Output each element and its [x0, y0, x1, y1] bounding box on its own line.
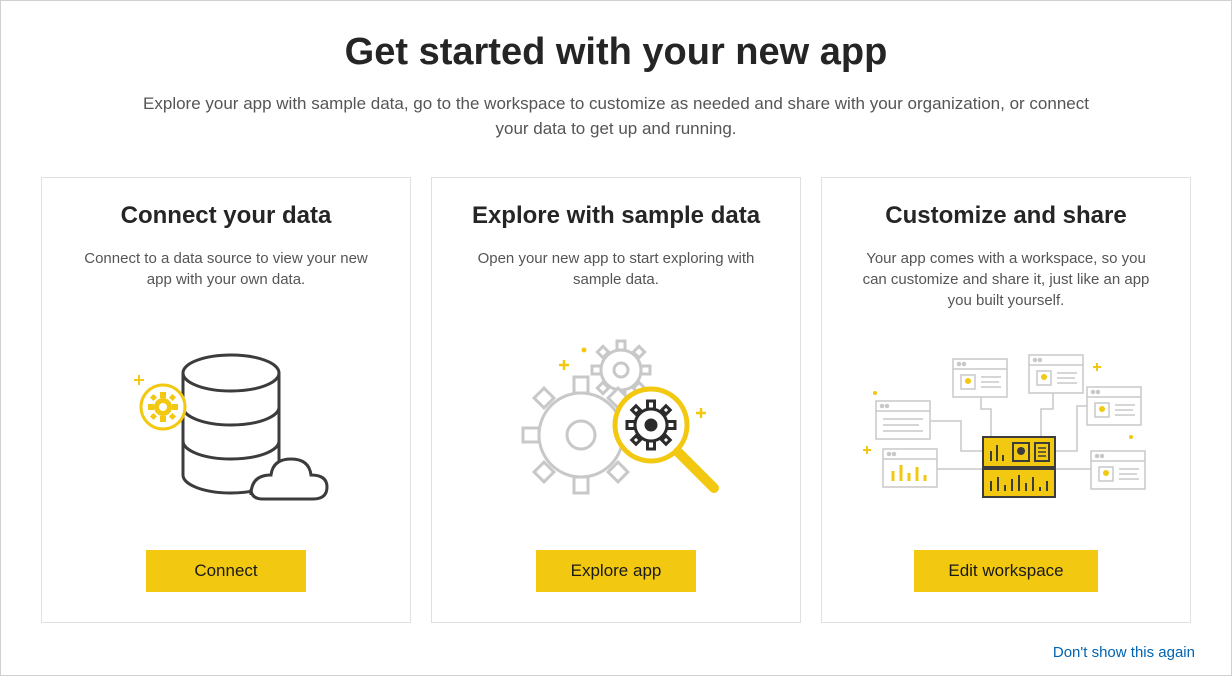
explore-app-button[interactable]: Explore app [536, 550, 696, 592]
card-explore-sample: Explore with sample data Open your new a… [431, 177, 801, 623]
header: Get started with your new app Explore yo… [41, 31, 1191, 141]
database-illustration-icon [62, 300, 390, 550]
card-title: Customize and share [885, 202, 1126, 230]
card-title: Explore with sample data [472, 202, 760, 230]
page-subtitle: Explore your app with sample data, go to… [126, 92, 1106, 141]
card-customize-share: Customize and share Your app comes with … [821, 177, 1191, 623]
get-started-panel: Get started with your new app Explore yo… [0, 0, 1232, 676]
workspace-dashboards-illustration-icon [842, 321, 1170, 550]
card-description: Open your new app to start exploring wit… [466, 248, 766, 290]
connect-button[interactable]: Connect [146, 550, 306, 592]
gears-magnifier-illustration-icon [452, 300, 780, 550]
page-title: Get started with your new app [41, 31, 1191, 74]
card-description: Your app comes with a workspace, so you … [856, 248, 1156, 311]
card-title: Connect your data [121, 202, 332, 230]
edit-workspace-button[interactable]: Edit workspace [914, 550, 1097, 592]
card-description: Connect to a data source to view your ne… [76, 248, 376, 290]
card-connect-data: Connect your data Connect to a data sour… [41, 177, 411, 623]
dont-show-again-link[interactable]: Don't show this again [1053, 644, 1195, 661]
cards-row: Connect your data Connect to a data sour… [41, 177, 1191, 623]
